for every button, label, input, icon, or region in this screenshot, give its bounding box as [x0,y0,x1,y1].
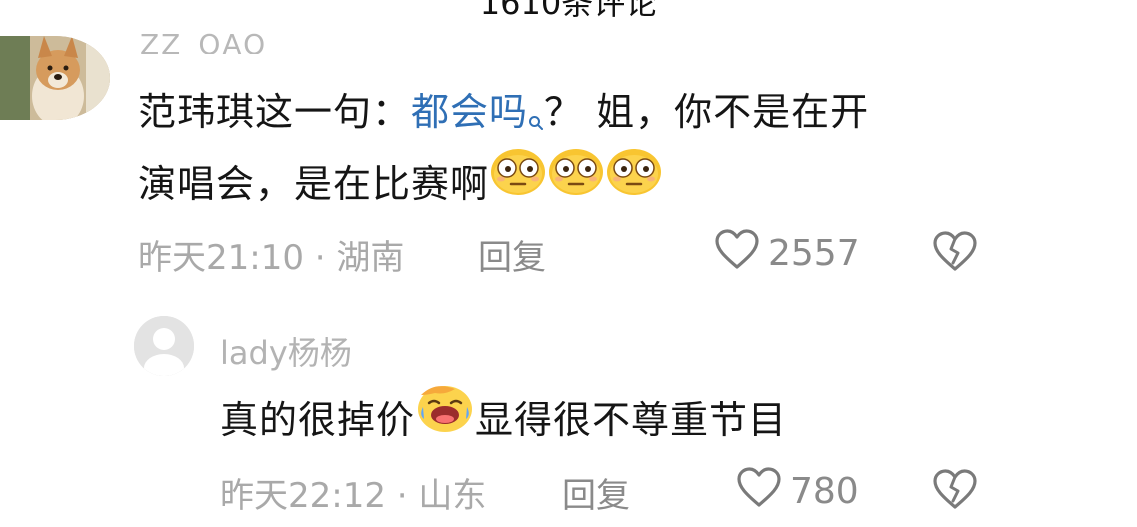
eyes-emoji [547,146,605,219]
comments-count-title: 1610条评论 [479,0,658,22]
broken-heart-icon [932,231,978,276]
reply-username[interactable]: lady杨杨 [220,328,352,374]
reply-text: 真的很掉价 显得很不尊重节目 [220,384,787,456]
comment-text-after-link: ？ 姐，你不是在开 [544,90,870,134]
comment-meta: 昨天21:10 · 湖南 [138,230,404,279]
avatar[interactable] [134,316,194,376]
broken-heart-icon [932,469,978,514]
dislike-button[interactable] [932,468,978,514]
reply-text-part1: 真的很掉价 [220,398,416,442]
default-avatar-icon [134,316,194,376]
comment-time: 昨天21:10 [138,238,304,278]
dislike-button[interactable] [932,230,978,276]
reply-location: 山东 [418,476,487,516]
reply-button[interactable]: 回复 [478,230,546,279]
search-link[interactable]: 都会吗 [411,90,528,134]
comment-username[interactable]: ZZ_QAQ [140,28,267,54]
like-button[interactable]: 2557 [714,228,860,279]
like-button[interactable]: 780 [736,466,859,517]
reply-meta: 昨天22:12 · 山东 [220,468,486,517]
facepalm-laugh-emoji [415,381,475,456]
eyes-emoji [605,146,663,219]
avatar[interactable] [0,36,110,120]
meta-separator: · [314,238,326,278]
comment-text-line1: 范玮琪这一句：都会吗 ？ 姐，你不是在开 [138,76,869,156]
comment-location: 湖南 [336,238,405,278]
eyes-emoji [489,146,547,219]
comment-text-before-link: 范玮琪这一句： [138,90,412,134]
comment-text-line2-content: 演唱会，是在比赛啊 [138,162,490,206]
like-count: 2557 [768,233,860,274]
heart-outline-icon [714,228,760,279]
like-count: 780 [790,471,859,512]
comment-text-line2: 演唱会，是在比赛啊 [138,148,663,220]
reply-button[interactable]: 回复 [562,468,630,517]
dog-avatar-icon [0,36,110,120]
meta-separator: · [396,476,408,516]
heart-outline-icon [736,466,782,517]
reply-time: 昨天22:12 [220,476,386,516]
reply-text-part2: 显得很不尊重节目 [475,398,788,442]
